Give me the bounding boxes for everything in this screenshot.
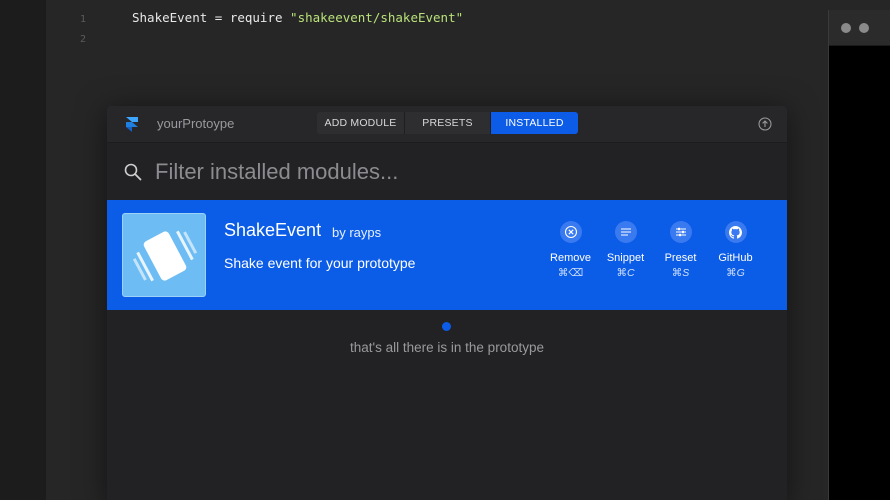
preview-toolbar [829, 10, 890, 46]
action-label: GitHub [718, 252, 753, 264]
tab-add-module[interactable]: ADD MODULE [317, 112, 405, 134]
lines-icon [614, 221, 637, 243]
device-preview [828, 10, 890, 500]
editor-gutter [0, 0, 46, 500]
code-string: "shakeevent/shakeEvent" [290, 10, 464, 25]
end-of-list-dot [442, 322, 451, 331]
module-row[interactable]: ShakeEvent by rayps Shake event for your… [107, 200, 787, 310]
search-icon [124, 163, 142, 181]
module-thumbnail [122, 213, 206, 297]
modules-panel: yourProtoype ADD MODULE PRESETS INSTALLE… [107, 106, 787, 500]
code-text: ShakeEvent = require [132, 10, 291, 25]
action-label: Remove [550, 252, 591, 264]
upload-circle-icon[interactable] [758, 117, 772, 131]
preset-button[interactable]: Preset ⌘S [653, 221, 708, 279]
action-shortcut: ⌘C [616, 267, 635, 279]
action-shortcut: ⌘G [726, 267, 745, 279]
window-dot-icon[interactable] [841, 23, 851, 33]
tab-presets[interactable]: PRESETS [405, 112, 491, 134]
search-input[interactable] [155, 156, 755, 188]
module-actions: Remove ⌘⌫ Snippet ⌘C Preset ⌘S GitHub ⌘G [543, 221, 763, 279]
project-name: yourProtoype [157, 116, 235, 131]
github-icon [724, 221, 747, 243]
code-line[interactable]: ShakeEvent = require "shakeevent/shakeEv… [132, 9, 463, 27]
module-description: Shake event for your prototype [224, 255, 416, 271]
module-name: ShakeEvent [224, 220, 322, 240]
phone-shake-icon [132, 230, 198, 282]
module-tabs: ADD MODULE PRESETS INSTALLED [317, 112, 578, 134]
line-number: 2 [79, 34, 86, 45]
action-shortcut: ⌘S [671, 267, 690, 279]
remove-button[interactable]: Remove ⌘⌫ [543, 221, 598, 279]
action-label: Preset [664, 252, 697, 264]
line-numbers: 1 2 [62, 10, 86, 50]
module-author: by rayps [332, 225, 382, 240]
window-dot-icon[interactable] [859, 23, 869, 33]
sliders-icon [669, 221, 692, 243]
end-of-list-message: that's all there is in the prototype [350, 340, 544, 355]
modules-topbar: yourProtoype ADD MODULE PRESETS INSTALLE… [107, 106, 787, 142]
line-number: 1 [79, 14, 86, 25]
close-circle-icon [559, 221, 582, 243]
snippet-button[interactable]: Snippet ⌘C [598, 221, 653, 279]
tab-installed[interactable]: INSTALLED [491, 112, 578, 134]
search-bar [107, 142, 787, 200]
github-button[interactable]: GitHub ⌘G [708, 221, 763, 279]
framer-logo-icon [126, 117, 138, 132]
action-label: Snippet [606, 252, 645, 264]
action-shortcut: ⌘⌫ [557, 267, 584, 279]
